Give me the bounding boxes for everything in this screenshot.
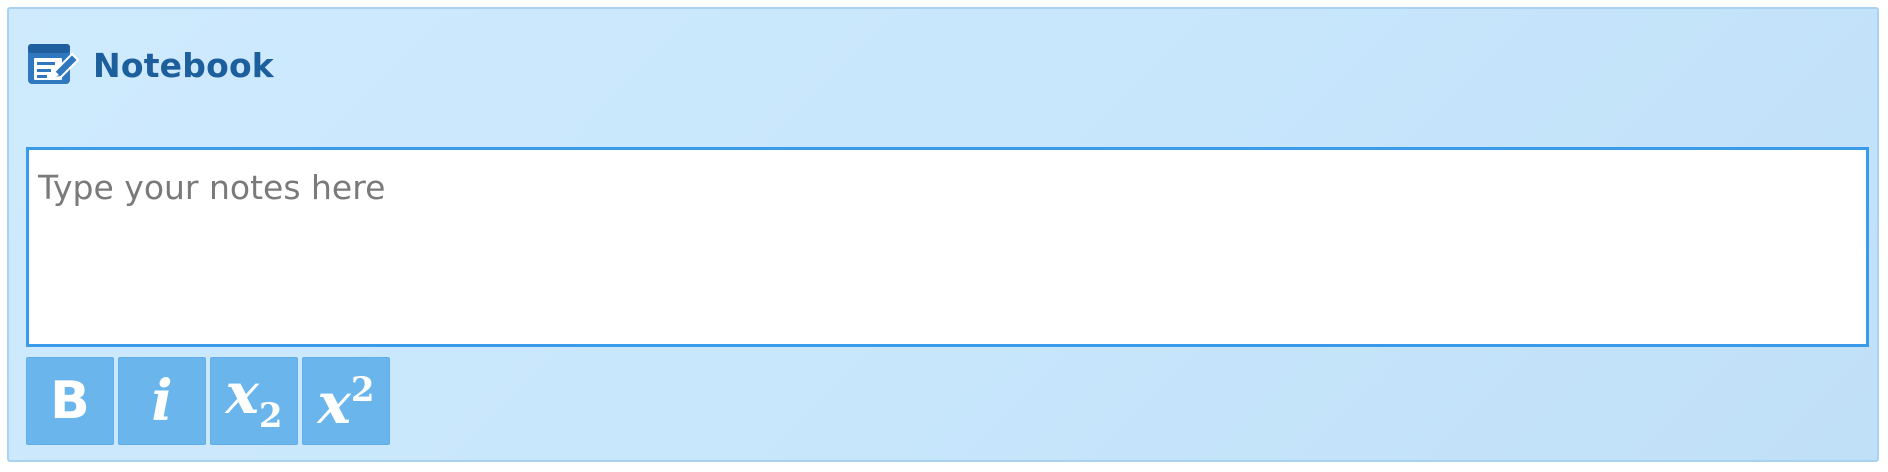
subscript-icon: x2 <box>225 366 282 436</box>
superscript-icon: x2 <box>317 370 374 432</box>
notebook-panel: Notebook B i x2 x2 <box>7 7 1879 462</box>
notes-input[interactable] <box>26 147 1869 347</box>
subscript-base: x <box>225 361 259 427</box>
notebook-header: Notebook <box>25 35 274 95</box>
bold-button[interactable]: B <box>26 357 114 445</box>
subscript-button[interactable]: x2 <box>210 357 298 445</box>
superscript-exponent: 2 <box>350 370 375 410</box>
subscript-index: 2 <box>258 396 283 436</box>
superscript-button[interactable]: x2 <box>302 357 390 445</box>
notebook-edit-icon <box>28 44 80 84</box>
superscript-base: x <box>317 371 351 437</box>
italic-icon: i <box>151 368 173 434</box>
italic-button[interactable]: i <box>118 357 206 445</box>
format-toolbar: B i x2 x2 <box>26 357 390 445</box>
notebook-title: Notebook <box>93 45 274 85</box>
bold-icon: B <box>50 371 90 431</box>
